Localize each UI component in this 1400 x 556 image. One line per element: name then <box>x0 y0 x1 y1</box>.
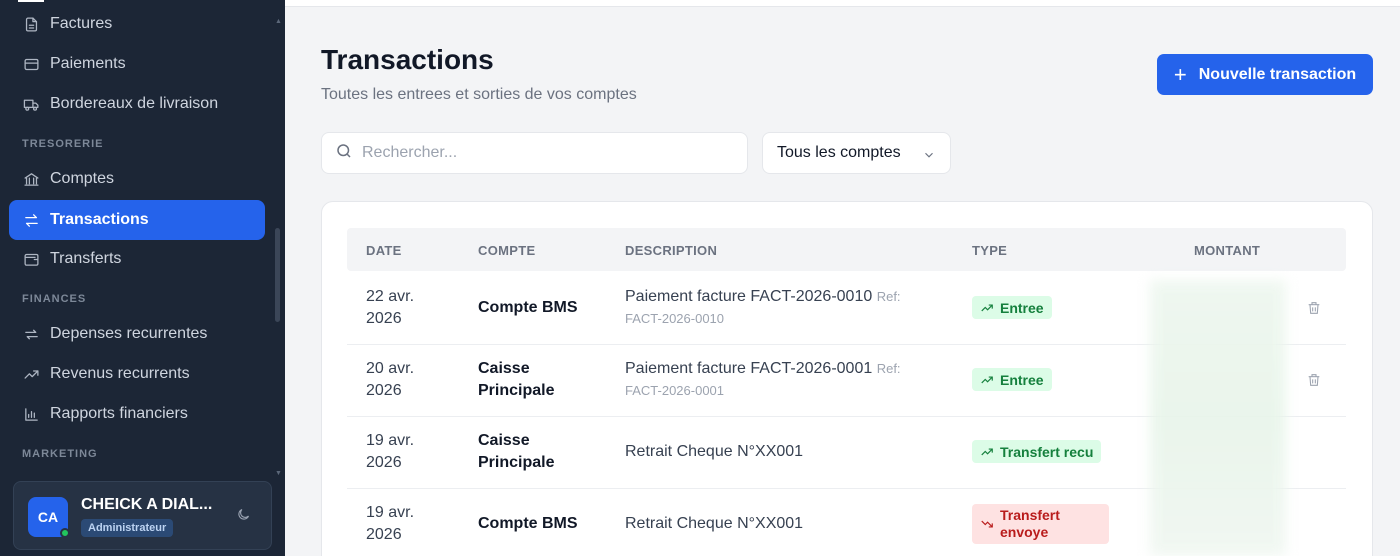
row-account: Caisse Principale <box>478 432 555 471</box>
wallet-icon <box>22 250 40 268</box>
search-box <box>321 132 748 174</box>
sidebar-item-transferts[interactable]: Transferts <box>9 239 265 279</box>
truck-icon <box>22 95 40 113</box>
row-description: Retrait Cheque N°XX001 <box>625 515 804 532</box>
row-date: 19 avr. 2026 <box>366 432 415 471</box>
moon-icon[interactable] <box>236 507 251 527</box>
account-filter-select[interactable]: Tous les comptes <box>762 132 951 174</box>
section-marketing: MARKETING <box>22 448 98 460</box>
chevron-down-icon <box>925 152 933 158</box>
search-input[interactable] <box>362 144 722 162</box>
page-subtitle: Toutes les entrees et sorties de vos com… <box>321 86 637 103</box>
user-role-badge: Administrateur <box>81 519 174 537</box>
bar-chart-icon <box>22 405 40 423</box>
sidebar-scrollbar[interactable] <box>275 228 280 322</box>
row-ref-label: Ref: <box>876 289 901 304</box>
sidebar-item-label: Factures <box>50 15 113 32</box>
sidebar-item-label: Rapports financiers <box>50 405 188 422</box>
scroll-down-icon[interactable]: ▼ <box>275 470 282 477</box>
row-ref: FACT-2026-0001 <box>625 383 725 398</box>
credit-card-icon <box>22 55 40 73</box>
trending-up-icon <box>981 376 993 383</box>
trending-up-icon <box>22 365 40 383</box>
sidebar: ▲ ▼ Factures Paiements Bordereaux de liv… <box>0 0 285 556</box>
sidebar-item-comptes[interactable]: Comptes <box>9 159 265 199</box>
row-description: Retrait Cheque N°XX001 <box>625 443 804 460</box>
redacted-amounts <box>1150 280 1286 556</box>
sidebar-item-label: Paiements <box>50 55 126 72</box>
row-account: Compte BMS <box>478 299 578 316</box>
page-title: Transactions <box>321 44 494 75</box>
column-header-date[interactable]: DATE <box>366 243 402 258</box>
type-badge-transfert-recu: Transfert recu <box>972 440 1102 463</box>
row-date: 19 avr. 2026 <box>366 504 415 543</box>
sidebar-item-factures[interactable]: Factures <box>9 4 265 44</box>
type-badge-entree: Entree <box>972 296 1052 319</box>
online-status-dot <box>60 528 70 538</box>
trending-down-icon <box>981 520 993 528</box>
sidebar-item-paiements[interactable]: Paiements <box>9 44 265 84</box>
trending-up-icon <box>981 304 993 311</box>
row-ref: FACT-2026-0010 <box>625 311 725 326</box>
type-badge-entree: Entree <box>972 368 1052 391</box>
sidebar-item-revenus-recurrents[interactable]: Revenus recurrents <box>9 354 265 394</box>
new-transaction-label: Nouvelle transaction <box>1198 65 1357 83</box>
repeat-icon <box>22 325 40 343</box>
sidebar-item-label: Depenses recurrentes <box>50 325 208 342</box>
column-header-montant[interactable]: MONTANT <box>1194 243 1260 258</box>
sidebar-item-label: Bordereaux de livraison <box>50 95 219 112</box>
user-card[interactable]: CA CHEICK A DIAL... Administrateur <box>13 481 272 550</box>
row-description: Paiement facture FACT-2026-0010 Ref: FAC… <box>625 288 901 326</box>
section-tresorerie: TRESORERIE <box>22 138 104 150</box>
sidebar-top-mark <box>18 0 44 2</box>
sidebar-item-rapports-financiers[interactable]: Rapports financiers <box>9 394 265 434</box>
sidebar-item-label: Transferts <box>50 250 122 267</box>
search-icon <box>335 142 353 165</box>
sidebar-item-transactions[interactable]: Transactions <box>9 200 265 240</box>
row-account: Caisse Principale <box>478 360 555 399</box>
row-date: 20 avr. 2026 <box>366 360 415 399</box>
column-header-description[interactable]: DESCRIPTION <box>625 243 717 258</box>
sidebar-item-bordereaux[interactable]: Bordereaux de livraison <box>9 84 265 124</box>
row-description: Paiement facture FACT-2026-0001 Ref: FAC… <box>625 360 901 398</box>
row-account: Compte BMS <box>478 515 578 532</box>
trending-up-icon <box>981 448 993 455</box>
row-date: 22 avr. 2026 <box>366 288 415 327</box>
plus-icon: + <box>1173 61 1187 87</box>
bank-icon <box>22 170 40 188</box>
new-transaction-button[interactable]: + Nouvelle transaction <box>1157 54 1373 95</box>
trash-icon[interactable] <box>1306 300 1322 321</box>
top-bar <box>285 0 1400 7</box>
sidebar-item-label: Comptes <box>50 170 115 187</box>
sidebar-item-depenses-recurrentes[interactable]: Depenses recurrentes <box>9 314 265 354</box>
section-finances: FINANCES <box>22 293 87 305</box>
trash-icon[interactable] <box>1306 372 1322 393</box>
sidebar-item-label: Transactions <box>50 211 149 228</box>
user-name: CHEICK A DIAL... <box>81 496 213 513</box>
file-text-icon <box>22 15 40 33</box>
sidebar-item-label: Revenus recurrents <box>50 365 190 382</box>
type-badge-transfert-envoye: Transfert envoye <box>972 504 1109 544</box>
row-ref-label: Ref: <box>876 361 901 376</box>
account-filter-value: Tous les comptes <box>777 144 901 161</box>
scroll-up-icon[interactable]: ▲ <box>275 18 282 25</box>
column-header-type[interactable]: TYPE <box>972 243 1007 258</box>
arrows-swap-icon <box>22 211 40 229</box>
column-header-compte[interactable]: COMPTE <box>478 243 535 258</box>
